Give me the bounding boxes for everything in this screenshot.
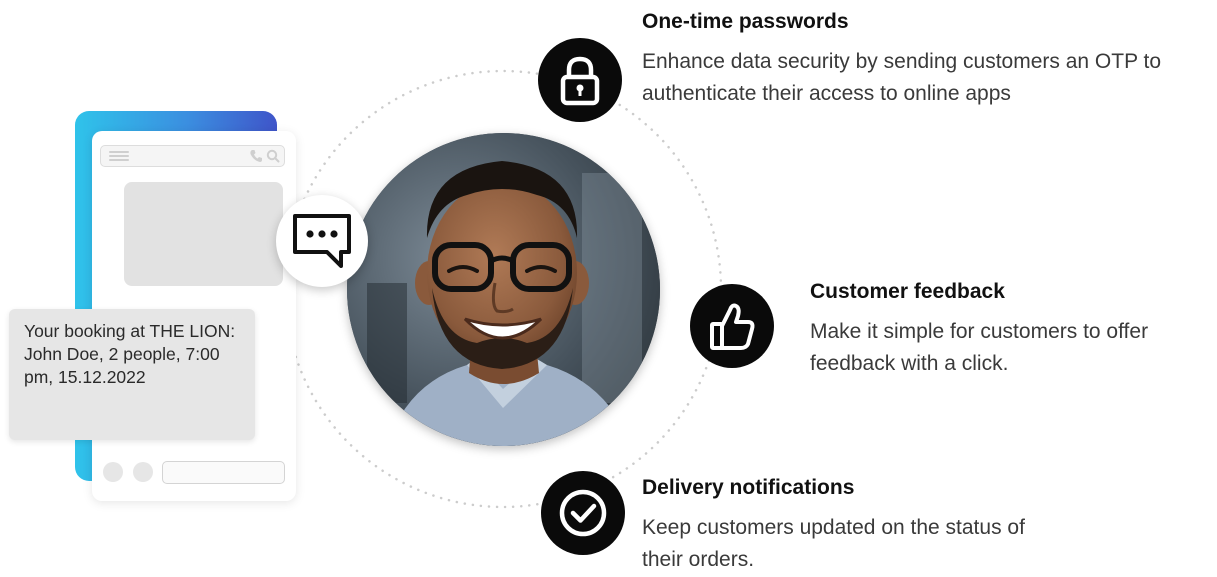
feature-delivery-description: Keep customers updated on the status of … bbox=[642, 516, 1025, 571]
feature-feedback: Customer feedback bbox=[810, 280, 1005, 304]
booking-message-bubble: Your booking at THE LION: John Doe, 2 pe… bbox=[9, 309, 255, 440]
thumbs-up-icon bbox=[710, 303, 755, 350]
feature-otp-description: Enhance data security by sending custome… bbox=[642, 50, 1162, 105]
check-badge bbox=[541, 471, 625, 555]
lock-icon bbox=[560, 56, 600, 106]
feature-otp-body: Enhance data security by sending custome… bbox=[642, 46, 1212, 110]
booking-message-text: Your booking at THE LION: John Doe, 2 pe… bbox=[24, 321, 236, 387]
chat-bubble-badge bbox=[276, 195, 368, 287]
check-circle-icon bbox=[559, 489, 607, 537]
phone-image-placeholder bbox=[124, 182, 283, 286]
feature-feedback-title: Customer feedback bbox=[810, 280, 1005, 303]
lock-badge bbox=[538, 38, 622, 122]
customer-portrait bbox=[347, 133, 660, 446]
smiling-man-illustration bbox=[347, 133, 660, 446]
phone-icon bbox=[250, 150, 262, 162]
search-icon bbox=[266, 149, 280, 163]
phone-attachment-dot bbox=[103, 462, 123, 482]
feature-otp: One-time passwords bbox=[642, 10, 849, 34]
phone-message-input bbox=[162, 461, 285, 484]
feature-delivery-title: Delivery notifications bbox=[642, 476, 855, 499]
hamburger-icon bbox=[109, 151, 129, 161]
feature-delivery: Delivery notifications bbox=[642, 476, 854, 500]
phone-top-bar bbox=[100, 145, 285, 167]
feature-delivery-body: Keep customers updated on the status of … bbox=[642, 512, 1042, 576]
chat-message-icon bbox=[293, 214, 351, 268]
phone-emoji-dot bbox=[133, 462, 153, 482]
feature-otp-title: One-time passwords bbox=[642, 10, 849, 33]
thumbs-up-badge bbox=[690, 284, 774, 368]
feature-feedback-body: Make it simple for customers to offer fe… bbox=[810, 316, 1190, 380]
feature-feedback-description: Make it simple for customers to offer fe… bbox=[810, 320, 1149, 375]
